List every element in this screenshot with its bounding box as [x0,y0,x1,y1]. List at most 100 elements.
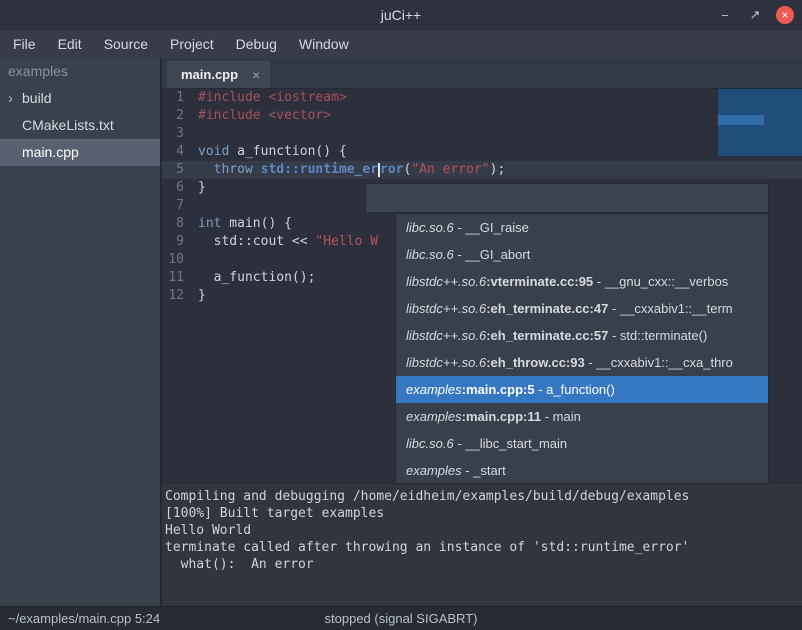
bt-function: - __gnu_cxx::__verbos [593,274,728,289]
backtrace-item[interactable]: libc.so.6 - __libc_start_main [396,430,768,457]
code-token: "Hello W [315,234,378,249]
line-number: 6 [162,179,190,197]
backtrace-item[interactable]: examples - _start [396,457,768,483]
bt-function: - _start [462,463,506,478]
close-icon[interactable]: × [252,67,260,83]
bt-function: - std::terminate() [608,328,707,343]
line-number: 10 [162,251,190,269]
tab-label: main.cpp [181,67,238,82]
tree-item-label: CMakeLists.txt [22,117,114,133]
code-line-current[interactable]: 5 throw std::runtime_error("An error"); [162,161,802,179]
backtrace-item-selected[interactable]: examples:main.cpp:5 - a_function() [396,376,768,403]
backtrace-item[interactable]: libc.so.6 - __GI_raise [396,214,768,241]
line-number: 2 [162,107,190,125]
bt-module: examples [406,382,462,397]
menu-window[interactable]: Window [288,30,360,58]
bt-module: libc.so.6 [406,247,454,262]
overview-highlight [718,115,764,125]
line-number: 3 [162,125,190,143]
code-token: std::cout << [198,234,315,249]
minimize-icon[interactable]: − [716,6,734,24]
bt-function: - a_function() [535,382,615,397]
line-number: 11 [162,269,190,287]
bt-location: :main.cpp:5 [462,382,535,397]
project-name: examples [0,58,160,85]
bt-module: libstdc++.so.6 [406,328,486,343]
debug-status: stopped (signal SIGABRT) [325,611,478,626]
bt-function: - __cxxabiv1::__cxa_thro [585,355,733,370]
menu-debug[interactable]: Debug [225,30,288,58]
line-number: 1 [162,89,190,107]
code-token: a_function() { [229,144,346,159]
tree-item-label: build [22,90,52,106]
sidebar-item-cmakelists[interactable]: CMakeLists.txt [0,112,160,139]
backtrace-item[interactable]: libstdc++.so.6:eh_terminate.cc:57 - std:… [396,322,768,349]
code-token: ror [380,162,403,177]
menu-edit[interactable]: Edit [47,30,93,58]
code-line[interactable]: 2 #include <vector> [162,107,802,125]
output-line: Hello World [165,522,802,539]
code-token: ); [490,162,506,177]
line-number: 12 [162,287,190,305]
code-token [253,162,261,177]
bt-location: :eh_terminate.cc:47 [486,301,608,316]
bt-module: libstdc++.so.6 [406,274,486,289]
bt-location: :main.cpp:11 [462,409,541,424]
bt-function: - main [541,409,581,424]
bt-location: :eh_terminate.cc:57 [486,328,608,343]
code-token: main() { [221,216,291,231]
code-token: int [198,216,221,231]
bt-location: :eh_throw.cc:93 [486,355,585,370]
close-icon[interactable]: × [776,6,794,24]
maximize-icon[interactable]: ↗ [746,6,764,24]
menu-project[interactable]: Project [159,30,225,58]
bt-module: libstdc++.so.6 [406,301,486,316]
code-token: } [198,180,206,195]
output-line: [100%] Built target examples [165,505,802,522]
file-tree-sidebar: examples › build CMakeLists.txt main.cpp [0,58,162,606]
menu-file[interactable]: File [2,30,47,58]
code-editor[interactable]: 1 #include <iostream> 2 #include <vector… [162,89,802,483]
backtrace-popup: libc.so.6 - __GI_raise libc.so.6 - __GI_… [395,213,769,483]
backtrace-item[interactable]: libc.so.6 - __GI_abort [396,241,768,268]
sidebar-item-build[interactable]: › build [0,85,160,112]
code-token: a_function(); [198,270,315,285]
code-token: #include <iostream> [198,90,347,105]
app-window: juCi++ − ↗ × File Edit Source Project De… [0,0,802,630]
tab-maincpp[interactable]: main.cpp × [167,61,270,88]
bt-function: - __GI_abort [454,247,531,262]
line-number: 7 [162,197,190,215]
sidebar-item-maincpp[interactable]: main.cpp [0,139,160,166]
overview-panel [718,89,802,156]
tabbar: main.cpp × [162,58,802,89]
output-line: Compiling and debugging /home/eidheim/ex… [165,488,802,505]
editor-column: main.cpp × 1 #include <iostream> 2 #incl… [162,58,802,606]
menubar: File Edit Source Project Debug Window [0,30,802,58]
bt-module: libc.so.6 [406,436,454,451]
code-token: } [198,288,206,303]
code-token: #include <vector> [198,108,331,123]
chevron-right-icon[interactable]: › [8,85,13,112]
code-token: std::runtime_er [261,162,378,177]
backtrace-item[interactable]: libstdc++.so.6:eh_throw.cc:93 - __cxxabi… [396,349,768,376]
code-token: void [198,144,229,159]
output-panel: Compiling and debugging /home/eidheim/ex… [162,483,802,606]
window-controls: − ↗ × [716,0,794,30]
line-number: 5 [162,161,190,179]
debug-tooltip [365,183,769,213]
tree-item-label: main.cpp [22,144,79,160]
main-area: examples › build CMakeLists.txt main.cpp… [0,58,802,606]
code-token: "An error" [411,162,489,177]
backtrace-item[interactable]: examples:main.cpp:11 - main [396,403,768,430]
bt-function: - __cxxabiv1::__term [608,301,732,316]
bt-function: - __GI_raise [454,220,529,235]
menu-source[interactable]: Source [93,30,159,58]
bt-module: examples [406,463,462,478]
code-line[interactable]: 4 void a_function() { [162,143,802,161]
bt-module: libc.so.6 [406,220,454,235]
code-line[interactable]: 1 #include <iostream> [162,89,802,107]
code-line[interactable]: 3 [162,125,802,143]
titlebar: juCi++ − ↗ × [0,0,802,30]
backtrace-item[interactable]: libstdc++.so.6:eh_terminate.cc:47 - __cx… [396,295,768,322]
backtrace-item[interactable]: libstdc++.so.6:vterminate.cc:95 - __gnu_… [396,268,768,295]
